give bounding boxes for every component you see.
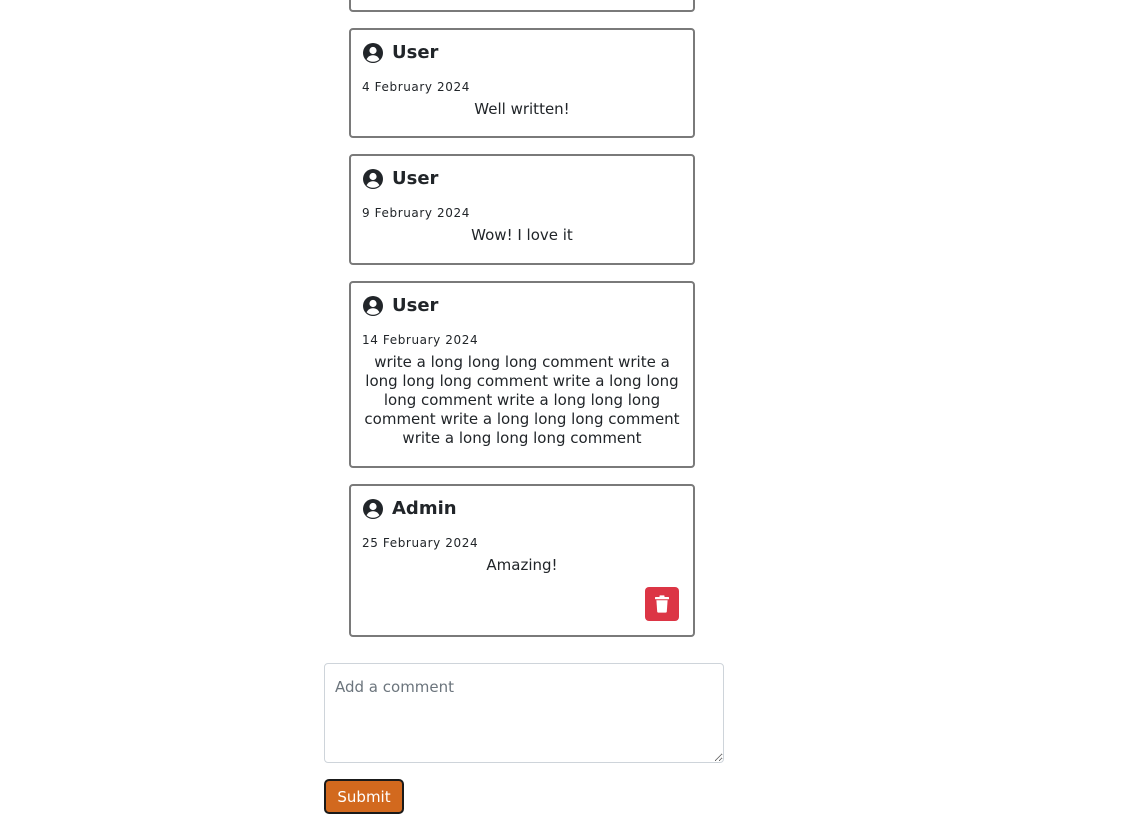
- trash-icon: [654, 595, 670, 613]
- comments-page: User 4 February 2024 Well written! User …: [0, 0, 1132, 826]
- comment-text: write a long long long comment write a l…: [364, 353, 680, 447]
- comment-author: User: [392, 295, 439, 316]
- comment-card: Admin 25 February 2024 Amazing!: [349, 484, 695, 637]
- submit-button[interactable]: Submit: [324, 779, 404, 814]
- comment-header: User: [362, 295, 438, 317]
- comment-date: 4 February 2024: [362, 80, 470, 94]
- comment-date: 25 February 2024: [362, 536, 479, 550]
- comment-header: Admin: [362, 498, 457, 520]
- user-circle-icon: [362, 42, 384, 64]
- comment-author: User: [392, 168, 439, 189]
- comment-date: 9 February 2024: [362, 206, 470, 220]
- comment-text: Wow! I love it: [471, 226, 573, 244]
- comment-date: 14 February 2024: [362, 333, 479, 347]
- comment-card: User 14 February 2024 write a long long …: [349, 281, 695, 468]
- comment-author: User: [392, 42, 439, 63]
- comment-author: Admin: [392, 498, 457, 519]
- comment-card: User 9 February 2024 Wow! I love it: [349, 154, 695, 265]
- comment-card-partial: [349, 0, 695, 12]
- comment-input[interactable]: [324, 663, 724, 763]
- delete-comment-button[interactable]: [645, 587, 679, 621]
- comment-header: User: [362, 168, 438, 190]
- comment-text: Well written!: [474, 100, 570, 118]
- comment-header: User: [362, 42, 438, 64]
- comment-text: Amazing!: [486, 556, 558, 574]
- user-circle-icon: [362, 498, 384, 520]
- comment-card: User 4 February 2024 Well written!: [349, 28, 695, 138]
- user-circle-icon: [362, 295, 384, 317]
- user-circle-icon: [362, 168, 384, 190]
